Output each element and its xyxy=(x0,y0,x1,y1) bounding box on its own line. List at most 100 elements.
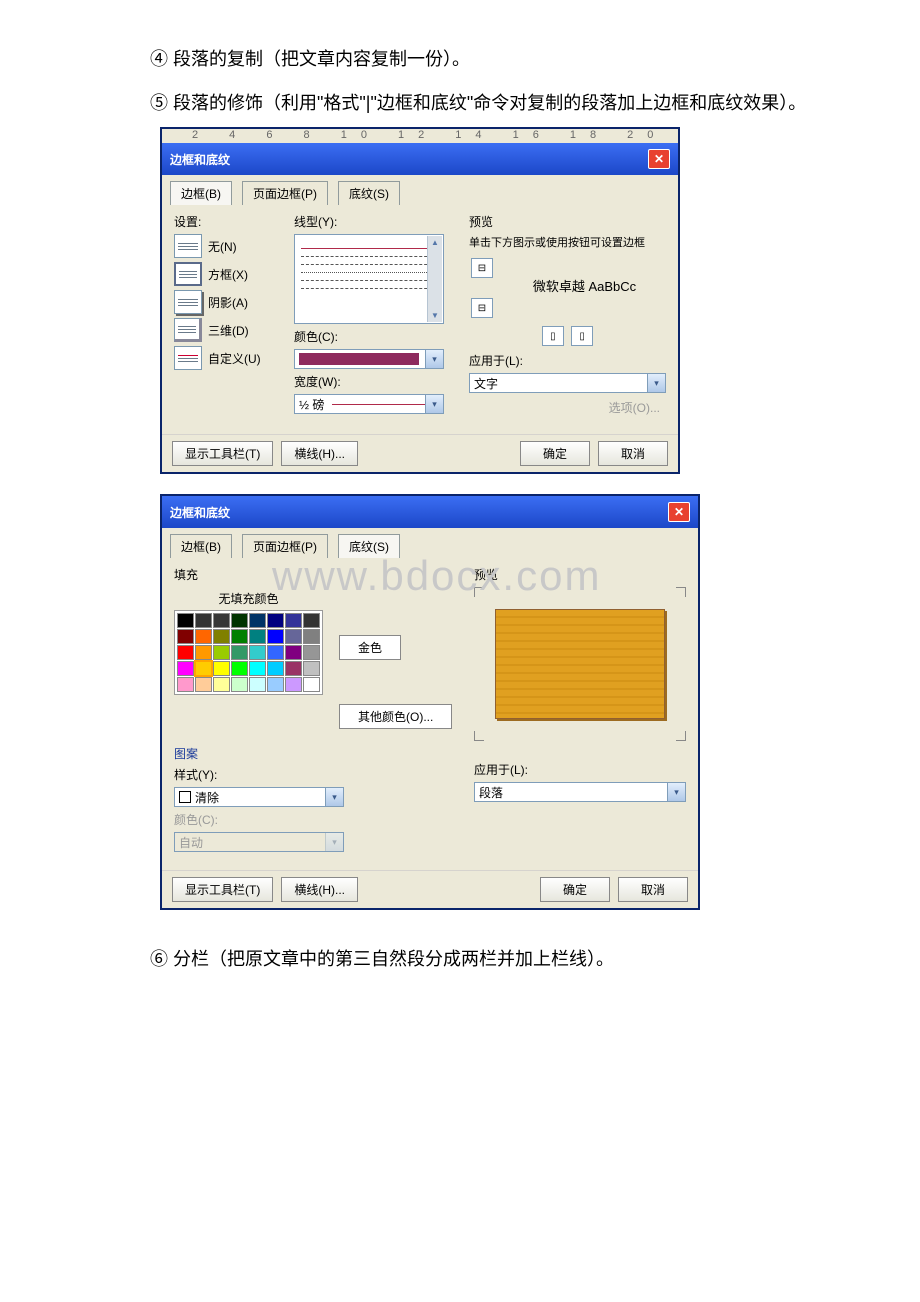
preview-label: 预览 xyxy=(474,566,686,583)
color-swatch[interactable] xyxy=(231,645,248,660)
color-swatch[interactable] xyxy=(177,613,194,628)
tab-border[interactable]: 边框(B) xyxy=(170,534,232,558)
color-swatch[interactable] xyxy=(285,661,302,676)
show-toolbar-button[interactable]: 显示工具栏(T) xyxy=(172,877,273,902)
color-swatch[interactable] xyxy=(213,677,230,692)
tab-row: 边框(B) 页面边框(P) 底纹(S) xyxy=(162,528,698,558)
border-top-button[interactable]: ⊟ xyxy=(471,258,493,278)
tab-border[interactable]: 边框(B) xyxy=(170,181,232,205)
color-swatch[interactable] xyxy=(303,677,320,692)
tab-shading[interactable]: 底纹(S) xyxy=(338,534,400,558)
color-swatch[interactable] xyxy=(231,677,248,692)
line-type-list[interactable] xyxy=(294,234,444,324)
color-swatch[interactable] xyxy=(177,629,194,644)
width-combo[interactable]: ½ 磅 ▾ xyxy=(294,394,444,414)
instruction-step-6: ⑥ 分栏（把原文章中的第三自然段分成两栏并加上栏线）。 xyxy=(60,940,860,980)
dialog-title: 边框和底纹 xyxy=(170,504,230,521)
preview-hint: 单击下方图示或使用按钮可设置边框 xyxy=(469,234,666,250)
pattern-style-combo[interactable]: 清除 ▾ xyxy=(174,787,344,807)
color-swatch[interactable] xyxy=(231,661,248,676)
color-swatch[interactable] xyxy=(249,645,266,660)
color-swatch[interactable] xyxy=(267,677,284,692)
color-swatch[interactable] xyxy=(267,645,284,660)
color-swatch[interactable] xyxy=(213,613,230,628)
chevron-down-icon[interactable]: ▾ xyxy=(425,350,443,368)
color-swatch[interactable] xyxy=(267,613,284,628)
color-swatch[interactable] xyxy=(267,629,284,644)
pattern-color-label: 颜色(C): xyxy=(174,811,464,828)
tab-page-border[interactable]: 页面边框(P) xyxy=(242,534,328,558)
border-left-button[interactable]: ▯ xyxy=(542,326,564,346)
ok-button[interactable]: 确定 xyxy=(520,441,590,466)
no-fill-option[interactable]: 无填充颜色 xyxy=(174,587,323,610)
cancel-button[interactable]: 取消 xyxy=(598,441,668,466)
close-icon[interactable]: ✕ xyxy=(668,502,690,522)
color-swatch[interactable] xyxy=(285,629,302,644)
preview-label: 预览 xyxy=(469,213,666,230)
color-swatch[interactable] xyxy=(213,661,230,676)
shading-preview-icon xyxy=(495,609,665,719)
color-swatch[interactable] xyxy=(177,661,194,676)
preview-sample-text: 微软卓越 AaBbCc xyxy=(503,276,666,295)
selected-color-name: 金色 xyxy=(339,635,401,660)
setting-custom[interactable]: 自定义(U) xyxy=(174,346,284,370)
color-swatch[interactable] xyxy=(303,629,320,644)
color-swatch[interactable] xyxy=(195,677,212,692)
cancel-button[interactable]: 取消 xyxy=(618,877,688,902)
color-swatch[interactable] xyxy=(303,645,320,660)
chevron-down-icon[interactable]: ▾ xyxy=(425,395,443,413)
chevron-down-icon[interactable]: ▾ xyxy=(325,788,343,806)
color-swatch[interactable] xyxy=(231,629,248,644)
scrollbar-icon[interactable] xyxy=(427,236,442,322)
color-swatch[interactable] xyxy=(213,645,230,660)
setting-none-label: 无(N) xyxy=(208,238,237,255)
color-swatch[interactable] xyxy=(177,677,194,692)
apply-to-value: 段落 xyxy=(479,784,503,801)
show-toolbar-button[interactable]: 显示工具栏(T) xyxy=(172,441,273,466)
apply-to-combo[interactable]: 段落 ▾ xyxy=(474,782,686,802)
color-swatch[interactable] xyxy=(195,613,212,628)
color-swatch[interactable] xyxy=(195,661,212,676)
color-swatch[interactable] xyxy=(249,677,266,692)
color-swatch[interactable] xyxy=(303,661,320,676)
color-swatch[interactable] xyxy=(285,677,302,692)
horizontal-line-button[interactable]: 横线(H)... xyxy=(281,877,358,902)
apply-to-label: 应用于(L): xyxy=(469,352,666,369)
color-swatch[interactable] xyxy=(267,661,284,676)
border-bottom-button[interactable]: ⊟ xyxy=(471,298,493,318)
setting-box[interactable]: 方框(X) xyxy=(174,262,284,286)
color-swatch[interactable] xyxy=(249,613,266,628)
style-label: 样式(Y): xyxy=(174,766,464,783)
color-swatch[interactable] xyxy=(213,629,230,644)
dialog-borders-shading-2: www.bdocx.com 边框和底纹 ✕ 边框(B) 页面边框(P) 底纹(S… xyxy=(160,494,700,910)
pattern-label: 图案 xyxy=(174,745,464,762)
color-palette[interactable] xyxy=(174,610,323,695)
color-swatch[interactable] xyxy=(195,629,212,644)
apply-to-combo[interactable]: 文字 ▾ xyxy=(469,373,666,393)
ok-button[interactable]: 确定 xyxy=(540,877,610,902)
tab-page-border[interactable]: 页面边框(P) xyxy=(242,181,328,205)
chevron-down-icon[interactable]: ▾ xyxy=(667,783,685,801)
close-icon[interactable]: ✕ xyxy=(648,149,670,169)
border-right-button[interactable]: ▯ xyxy=(571,326,593,346)
color-swatch[interactable] xyxy=(231,613,248,628)
fill-label: 填充 xyxy=(174,566,464,583)
color-swatch[interactable] xyxy=(285,613,302,628)
title-bar[interactable]: 边框和底纹 ✕ xyxy=(162,496,698,528)
setting-shadow[interactable]: 阴影(A) xyxy=(174,290,284,314)
horizontal-line-button[interactable]: 横线(H)... xyxy=(281,441,358,466)
color-swatch[interactable] xyxy=(285,645,302,660)
color-swatch[interactable] xyxy=(249,629,266,644)
more-colors-button[interactable]: 其他颜色(O)... xyxy=(339,704,452,729)
chevron-down-icon[interactable]: ▾ xyxy=(647,374,665,392)
setting-none[interactable]: 无(N) xyxy=(174,234,284,258)
color-swatch[interactable] xyxy=(195,645,212,660)
tab-shading[interactable]: 底纹(S) xyxy=(338,181,400,205)
setting-3d[interactable]: 三维(D) xyxy=(174,318,284,342)
color-combo[interactable]: ▾ xyxy=(294,349,444,369)
settings-label: 设置: xyxy=(174,213,284,230)
color-swatch[interactable] xyxy=(177,645,194,660)
title-bar[interactable]: 边框和底纹 ✕ xyxy=(162,143,678,175)
color-swatch[interactable] xyxy=(303,613,320,628)
color-swatch[interactable] xyxy=(249,661,266,676)
